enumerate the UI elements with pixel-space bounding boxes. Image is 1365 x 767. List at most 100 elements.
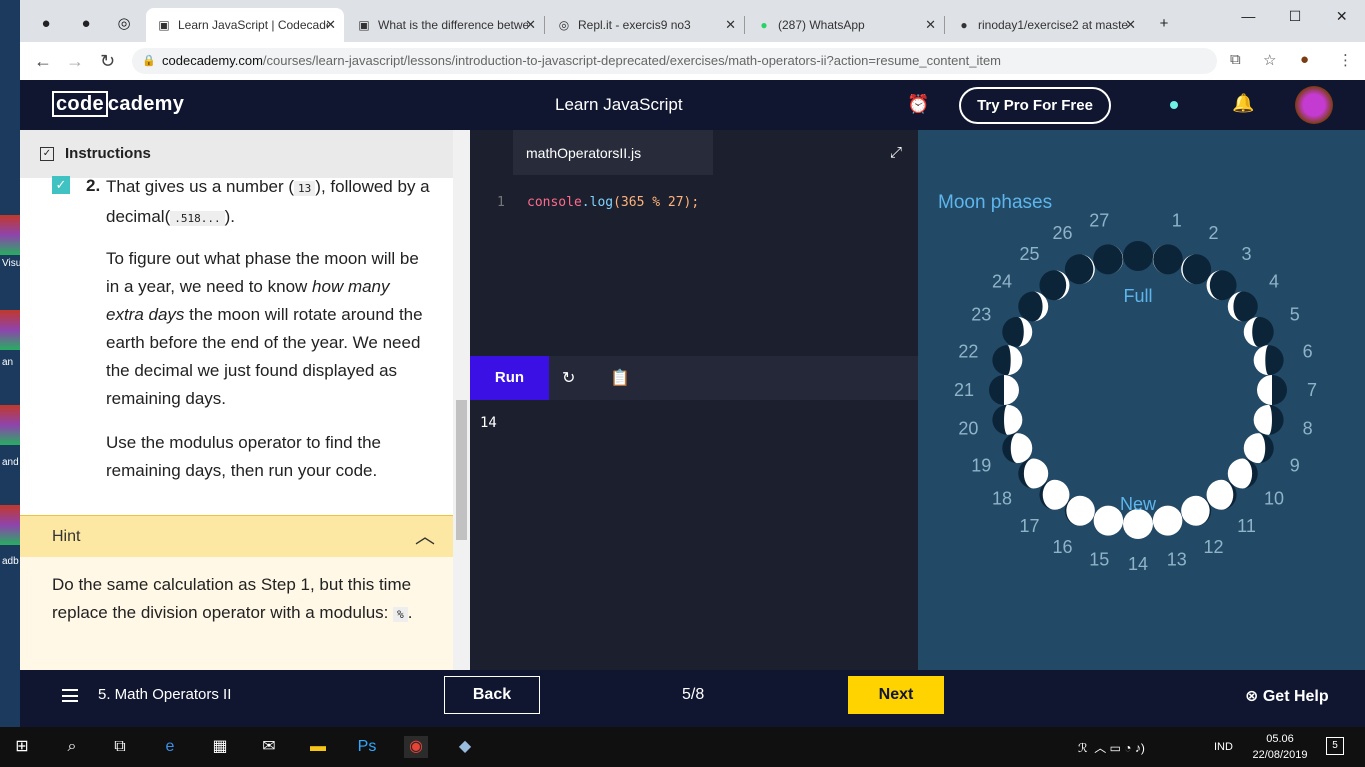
close-tab-icon[interactable]: ✕ [525,17,536,33]
avatar[interactable] [1295,86,1333,124]
menu-dots-icon[interactable]: ⋮ [1338,51,1353,69]
paragraph: To figure out what phase the moon will b… [106,245,431,413]
star-icon[interactable]: ☆ [1263,51,1276,69]
minimize-icon[interactable]: — [1225,0,1272,32]
tab-replit[interactable]: ◎ Repl.it - exercis9 no3 ✕ [546,8,744,42]
close-tab-icon[interactable]: ✕ [325,17,336,33]
tab-title: rinoday1/exercise2 at master [978,18,1128,32]
moon-day-label: 17 [1019,516,1039,536]
windows-start-icon[interactable]: ⊞ [10,736,34,758]
file-tab[interactable]: mathOperatorsII.js [513,130,713,175]
tab-title: Learn JavaScript | Codecademy [178,18,328,32]
expand-icon[interactable]: ⤢ [890,144,902,161]
back-arrow-icon[interactable]: ← [34,51,52,71]
moon-phase-icon [1064,254,1095,285]
reload-icon[interactable]: ↻ [100,51,115,71]
moon-day-label: 10 [1264,488,1284,508]
tab-codecademy[interactable]: ▣ Learn JavaScript | Codecademy ✕ [146,8,344,42]
windows-taskbar: ⊞ ⌕ ⧉ e ▦ ✉ ▬ Ps ◉ ◆ ℛ ︿ ▭ ◔ ♪) IND 05.0… [0,727,1365,767]
github-icon: ● [960,18,968,32]
step-number: 2. [86,176,101,195]
language-indicator[interactable]: IND [1214,741,1233,753]
hamburger-menu-icon[interactable] [62,689,78,702]
code-token: (365 % 27); [613,195,700,210]
course-title: Learn JavaScript [555,95,683,114]
moon-phase-icon [1093,244,1124,275]
moon-phase-icon [1206,270,1237,301]
github-icon[interactable]: ● [34,12,58,36]
console-output: 14 [480,415,497,431]
chrome-icon[interactable]: ◉ [404,736,428,758]
desktop-icon[interactable] [0,310,20,350]
moon-phase-icon [1018,458,1049,489]
hint-header[interactable]: Hint ︿ [20,515,453,557]
moon-phase-icon [992,345,1023,376]
store-icon[interactable]: ▦ [208,736,232,758]
instructions-header[interactable]: ✓ Instructions [20,130,453,178]
moon-phase-icon [1206,479,1237,510]
github-icon[interactable]: ● [74,12,98,36]
moon-day-label: 20 [958,419,978,439]
try-pro-button[interactable]: Try Pro For Free [959,87,1111,124]
lesson-title[interactable]: 5. Math Operators II [98,686,231,703]
desktop-icon[interactable] [0,405,20,445]
desktop-icon[interactable] [0,505,20,545]
close-tab-icon[interactable]: ✕ [925,17,936,33]
chevron-up-icon[interactable]: ︿ [415,516,435,558]
tab-github[interactable]: ● rinoday1/exercise2 at master ✕ [946,8,1144,42]
bell-icon[interactable]: 🔔 [1232,93,1254,114]
maximize-icon[interactable]: ☐ [1272,0,1319,32]
alarm-clock-icon[interactable]: ⏰ [907,94,929,115]
clock-date: 22/08/2019 [1252,749,1308,761]
code-area[interactable]: 1 console.log(365 % 27); [470,175,918,356]
desktop-icon[interactable] [0,215,20,255]
task-view-icon[interactable]: ⧉ [108,736,132,758]
close-tab-icon[interactable]: ✕ [1125,17,1136,33]
step-checkbox-icon[interactable]: ✓ [52,176,70,194]
notification-icon[interactable]: 5 [1326,737,1344,755]
scrollbar[interactable] [453,130,470,670]
close-window-icon[interactable]: ✕ [1318,0,1365,32]
instructions-panel: ✓ Instructions ✓ 2. That gives us a numb… [20,130,470,670]
system-tray-icons[interactable]: ℛ ︿ ▭ ◔ ♪) [1078,739,1145,756]
desktop-strip: Visu an and adb [0,0,21,727]
search-icon[interactable]: ⌕ [60,736,84,758]
moon-day-label: 23 [971,305,991,325]
hint-text: Do the same calculation as Step 1, but t… [52,575,412,622]
moon-day-label: 14 [1128,554,1148,574]
clipboard-icon[interactable]: 📋 [610,368,630,388]
edge-icon[interactable]: e [158,736,182,758]
mail-icon[interactable]: ✉ [257,736,281,758]
tab-title: (287) WhatsApp [778,18,865,32]
moon-day-label: 16 [1052,537,1072,557]
back-button[interactable]: Back [444,676,540,714]
address-bar[interactable]: 🔒 codecademy.com/courses/learn-javascrip… [132,48,1217,74]
profile-icon[interactable]: ● [1300,51,1309,68]
run-toolbar: Run ↻ 📋 [470,356,918,400]
file-explorer-icon[interactable]: ▬ [306,736,330,758]
next-button[interactable]: Next [848,676,944,714]
moon-day-label: 6 [1303,341,1313,361]
scrollbar-thumb[interactable] [456,400,467,540]
step-text-c: ). [224,207,235,226]
new-tab-icon[interactable]: + [1152,12,1176,36]
whatsapp-icon: ● [760,18,768,32]
replit-icon[interactable]: ◎ [112,12,136,36]
browser-window: ● ● ◎ ▣ Learn JavaScript | Codecademy ✕ … [20,0,1365,80]
run-button[interactable]: Run [470,356,549,400]
clock[interactable]: 05.06 22/08/2019 [1250,731,1310,763]
close-tab-icon[interactable]: ✕ [725,17,736,33]
moon-phase-icon [1064,495,1095,526]
moon-day-label: 19 [971,455,991,475]
forward-arrow-icon[interactable]: → [66,51,84,71]
tab-whatsapp[interactable]: ● (287) WhatsApp ✕ [746,8,944,42]
code-line[interactable]: console.log(365 % 27); [527,195,699,210]
tab-difference[interactable]: ▣ What is the difference between ✕ [346,8,544,42]
reset-icon[interactable]: ↻ [562,368,575,388]
moon-phase-icon [1243,316,1274,347]
codecademy-logo[interactable]: code cademy [52,91,184,117]
get-help-button[interactable]: ⊗ Get Help [1245,686,1329,706]
translate-icon[interactable]: ⧉ [1230,51,1241,68]
app-icon[interactable]: ◆ [453,736,477,758]
photoshop-icon[interactable]: Ps [355,736,379,758]
